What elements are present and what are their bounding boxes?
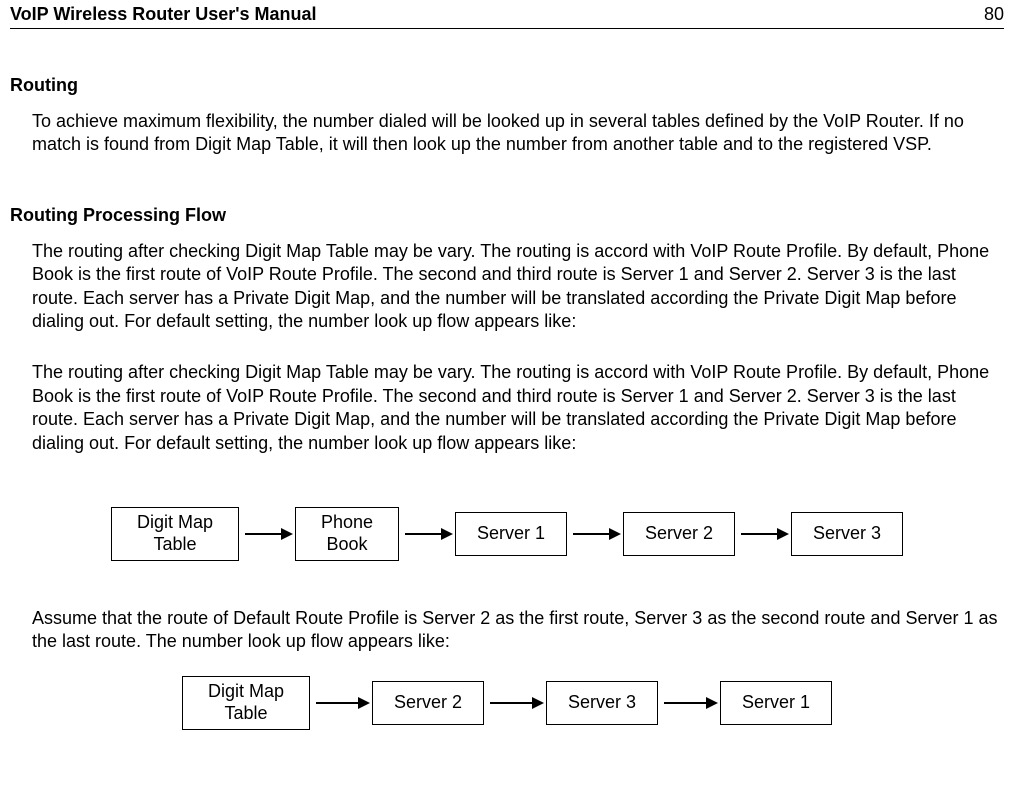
node-server-3: Server 3 <box>791 512 903 556</box>
arrow-right-icon <box>239 524 295 544</box>
node-label: Server 3 <box>813 523 881 545</box>
node-label: Table <box>224 703 267 725</box>
arrow-right-icon <box>735 524 791 544</box>
arrow-right-icon <box>484 693 546 713</box>
node-label: Digit Map <box>137 512 213 534</box>
node-label: Server 2 <box>645 523 713 545</box>
node-server-1: Server 1 <box>720 681 832 725</box>
node-label: Digit Map <box>208 681 284 703</box>
node-server-2: Server 2 <box>623 512 735 556</box>
arrow-right-icon <box>310 693 372 713</box>
para-flow-2: The routing after checking Digit Map Tab… <box>32 361 1004 455</box>
node-label: Server 2 <box>394 692 462 714</box>
diagram-alternate-flow: Digit Map Table Server 2 Server 3 Server… <box>10 676 1004 730</box>
page-header: VoIP Wireless Router User's Manual 80 <box>10 0 1004 29</box>
node-server-1: Server 1 <box>455 512 567 556</box>
arrow-right-icon <box>399 524 455 544</box>
para-flow-3: Assume that the route of Default Route P… <box>32 607 1004 654</box>
node-phone-book: Phone Book <box>295 507 399 561</box>
node-label: Server 3 <box>568 692 636 714</box>
node-label: Server 1 <box>742 692 810 714</box>
node-label: Table <box>153 534 196 556</box>
manual-title: VoIP Wireless Router User's Manual <box>10 4 317 25</box>
para-routing-1: To achieve maximum flexibility, the numb… <box>32 110 1004 157</box>
node-label: Book <box>326 534 367 556</box>
para-flow-1: The routing after checking Digit Map Tab… <box>32 240 1004 334</box>
page-number: 80 <box>984 4 1004 25</box>
node-server-3: Server 3 <box>546 681 658 725</box>
heading-routing: Routing <box>10 75 1004 96</box>
arrow-right-icon <box>567 524 623 544</box>
heading-processing-flow: Routing Processing Flow <box>10 205 1004 226</box>
node-server-2: Server 2 <box>372 681 484 725</box>
node-label: Phone <box>321 512 373 534</box>
node-label: Server 1 <box>477 523 545 545</box>
arrow-right-icon <box>658 693 720 713</box>
node-digit-map-table: Digit Map Table <box>111 507 239 561</box>
diagram-default-flow: Digit Map Table Phone Book Server 1 Serv… <box>10 507 1004 561</box>
node-digit-map-table: Digit Map Table <box>182 676 310 730</box>
